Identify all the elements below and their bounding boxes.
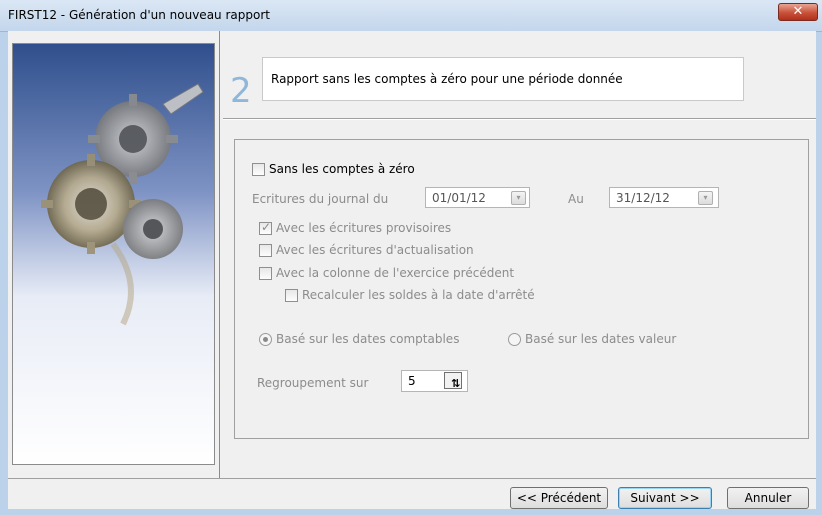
title-bar[interactable]: FIRST12 - Génération d'un nouveau rappor… bbox=[0, 0, 822, 32]
date-to-field[interactable]: 31/12/12 ▾ bbox=[609, 187, 719, 208]
date-from-field[interactable]: 01/01/12 ▾ bbox=[425, 187, 530, 208]
close-icon: ✕ bbox=[792, 4, 804, 19]
next-button[interactable]: Suivant >> bbox=[618, 487, 712, 509]
dates-comptables-label: Basé sur les dates comptables bbox=[276, 332, 460, 346]
provisoires-label: Avec les écritures provisoires bbox=[276, 221, 452, 235]
au-label: Au bbox=[568, 192, 584, 206]
wizard-illustration bbox=[12, 43, 215, 465]
exercice-precedent-checkbox[interactable] bbox=[259, 267, 272, 280]
exercice-precedent-label: Avec la colonne de l'exercice précédent bbox=[276, 266, 515, 280]
sans-comptes-zero-checkbox[interactable] bbox=[252, 163, 265, 176]
header-separator bbox=[223, 118, 816, 120]
regroupement-value: 5 bbox=[408, 374, 416, 388]
ecritures-du-label: Ecritures du journal du bbox=[252, 192, 389, 206]
dates-valeur-label: Basé sur les dates valeur bbox=[525, 332, 677, 346]
dialog-client-area: 2 Rapport sans les comptes à zéro pour u… bbox=[8, 31, 816, 509]
cancel-button[interactable]: Annuler bbox=[727, 487, 809, 509]
footer-separator bbox=[8, 478, 816, 479]
actualisation-checkbox[interactable] bbox=[259, 244, 272, 257]
step-number: 2 bbox=[230, 71, 252, 111]
regroupement-field[interactable]: 5 ⇅ bbox=[401, 370, 468, 392]
actualisation-label: Avec les écritures d'actualisation bbox=[276, 243, 474, 257]
sans-comptes-zero-label: Sans les comptes à zéro bbox=[269, 162, 415, 176]
recalculer-label: Recalculer les soldes à la date d'arrêté bbox=[302, 288, 535, 302]
step-description-box: Rapport sans les comptes à zéro pour une… bbox=[262, 57, 744, 101]
provisoires-checkbox[interactable] bbox=[259, 220, 272, 235]
date-from-calendar-button[interactable]: ▾ bbox=[511, 191, 526, 205]
window-title: FIRST12 - Génération d'un nouveau rappor… bbox=[8, 8, 270, 22]
previous-button[interactable]: << Précédent bbox=[510, 487, 608, 509]
date-to-calendar-button[interactable]: ▾ bbox=[698, 191, 713, 205]
date-from-value: 01/01/12 bbox=[432, 191, 486, 205]
regroupement-label: Regroupement sur bbox=[257, 376, 369, 390]
date-to-value: 31/12/12 bbox=[616, 191, 670, 205]
gears-illustration-icon bbox=[13, 44, 214, 464]
dates-comptables-radio[interactable] bbox=[259, 333, 272, 346]
step-description: Rapport sans les comptes à zéro pour une… bbox=[271, 72, 623, 86]
regroupement-spinner-button[interactable]: ⇅ bbox=[444, 372, 462, 390]
spin-arrows-icon: ⇅ bbox=[451, 377, 461, 390]
recalculer-checkbox[interactable] bbox=[285, 289, 298, 302]
panel-separator bbox=[219, 31, 220, 479]
wizard-window: FIRST12 - Génération d'un nouveau rappor… bbox=[0, 0, 822, 515]
dates-valeur-radio[interactable] bbox=[508, 333, 521, 346]
close-button[interactable]: ✕ bbox=[778, 3, 818, 21]
